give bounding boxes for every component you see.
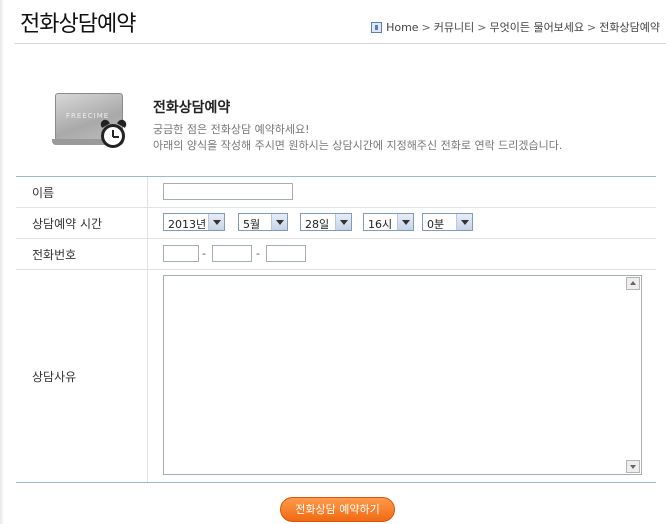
dropdown-arrow-icon bbox=[208, 214, 224, 230]
time-label: 상담예약 시간 bbox=[32, 217, 103, 231]
time-row: 상담예약 시간 2013년 5월 28일 16시 0분 bbox=[16, 208, 656, 239]
minute-select[interactable]: 0분 bbox=[422, 213, 473, 231]
home-icon bbox=[371, 21, 383, 33]
column-divider bbox=[147, 239, 148, 269]
minute-value: 0분 bbox=[427, 218, 445, 231]
scroll-down-icon[interactable] bbox=[626, 460, 640, 473]
alarm-clock-icon bbox=[99, 118, 129, 150]
year-select[interactable]: 2013년 bbox=[163, 213, 225, 231]
reason-label: 상담사유 bbox=[32, 370, 77, 384]
month-value: 5월 bbox=[243, 218, 261, 231]
reason-textarea[interactable] bbox=[163, 275, 642, 475]
breadcrumb-separator: > bbox=[587, 20, 597, 34]
submit-reservation-button[interactable]: 전화상담 예약하기 bbox=[280, 497, 395, 522]
form-bottom-border bbox=[16, 482, 656, 483]
hour-select[interactable]: 16시 bbox=[363, 213, 414, 231]
phone-dash: - bbox=[256, 247, 260, 260]
intro-title: 전화상담예약 bbox=[153, 100, 231, 116]
breadcrumb-qna[interactable]: 무엇이든 물어보세요 bbox=[489, 19, 584, 35]
month-select[interactable]: 5월 bbox=[238, 213, 288, 231]
breadcrumb: Home > 커뮤니티 > 무엇이든 물어보세요 > 전화상담예약 bbox=[371, 19, 660, 35]
phone-label: 전화번호 bbox=[32, 248, 77, 262]
breadcrumb-separator: > bbox=[477, 20, 487, 34]
breadcrumb-current: 전화상담예약 bbox=[599, 21, 660, 34]
clock-hand bbox=[113, 136, 119, 138]
header-divider bbox=[14, 43, 666, 44]
intro-instructions: 아래의 양식을 작성해 주시면 원하시는 상담시간에 지정해주신 전화로 연락 … bbox=[153, 139, 563, 152]
year-value: 2013년 bbox=[168, 218, 207, 231]
phone-input-1[interactable] bbox=[163, 245, 199, 262]
phone-dash: - bbox=[202, 247, 206, 260]
day-select[interactable]: 28일 bbox=[300, 213, 352, 231]
phone-row: 전화번호 - - bbox=[16, 239, 656, 270]
laptop-brand: FREECIME bbox=[66, 112, 110, 120]
breadcrumb-separator: > bbox=[421, 20, 431, 34]
column-divider bbox=[147, 177, 148, 207]
column-divider bbox=[147, 208, 148, 238]
hour-value: 16시 bbox=[368, 218, 393, 231]
dropdown-arrow-icon bbox=[456, 214, 472, 230]
page-edge-shadow bbox=[0, 0, 4, 524]
dropdown-arrow-icon bbox=[271, 214, 287, 230]
phone-input-2[interactable] bbox=[212, 245, 252, 262]
intro-description: 궁금한 점은 전화상담 예약하세요! bbox=[153, 123, 310, 136]
column-divider bbox=[147, 270, 148, 482]
dropdown-arrow-icon bbox=[335, 214, 351, 230]
name-input[interactable] bbox=[163, 183, 293, 200]
phone-input-3[interactable] bbox=[266, 245, 306, 262]
breadcrumb-community[interactable]: 커뮤니티 bbox=[434, 19, 474, 35]
reason-row: 상담사유 bbox=[16, 270, 656, 482]
name-label: 이름 bbox=[32, 186, 55, 200]
dropdown-arrow-icon bbox=[397, 214, 413, 230]
day-value: 28일 bbox=[305, 218, 330, 231]
breadcrumb-home[interactable]: Home bbox=[386, 21, 418, 34]
scroll-up-icon[interactable] bbox=[626, 277, 640, 290]
name-row: 이름 bbox=[16, 177, 656, 208]
page-title: 전화상담예약 bbox=[20, 12, 136, 37]
